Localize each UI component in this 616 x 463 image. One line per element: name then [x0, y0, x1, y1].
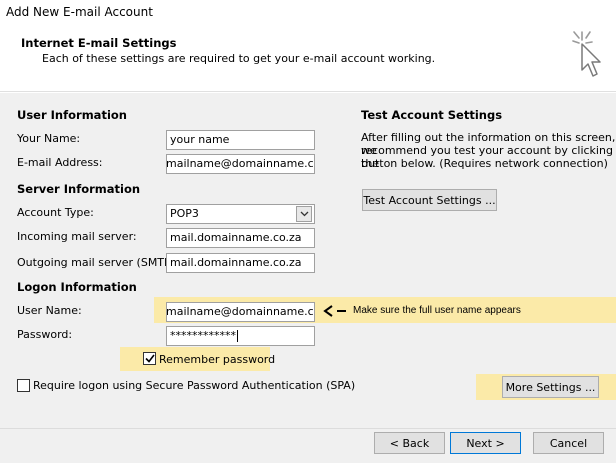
window-title: Add New E-mail Account: [6, 5, 153, 19]
user-name-value: mailname@domainname.co.za: [166, 305, 314, 318]
incoming-server-input[interactable]: mail.domainname.co.za: [166, 228, 315, 248]
test-settings-heading: Test Account Settings: [361, 108, 503, 122]
email-address-input[interactable]: mailname@domainname.co.za: [166, 154, 315, 174]
spa-checkbox[interactable]: [17, 379, 30, 392]
next-button[interactable]: Next >: [450, 432, 521, 454]
password-value: ************: [170, 329, 236, 342]
your-name-input[interactable]: your name: [166, 130, 315, 150]
remember-password-checkbox[interactable]: [143, 352, 156, 365]
server-info-heading: Server Information: [17, 182, 141, 196]
header-title: Internet E-mail Settings: [21, 36, 177, 50]
cancel-button[interactable]: Cancel: [533, 432, 604, 454]
chevron-down-icon[interactable]: [296, 206, 312, 222]
logon-info-heading: Logon Information: [17, 280, 137, 294]
user-name-input[interactable]: mailname@domainname.co.za: [166, 302, 315, 322]
account-type-label: Account Type:: [17, 206, 94, 219]
remember-password-label: Remember password: [159, 353, 276, 366]
back-button[interactable]: < Back: [374, 432, 445, 454]
test-desc-line-3: button below. (Requires network connecti…: [361, 157, 608, 170]
outgoing-server-input[interactable]: mail.domainname.co.za: [166, 253, 315, 273]
test-account-settings-button[interactable]: Test Account Settings ...: [362, 189, 497, 211]
password-input[interactable]: ************: [166, 326, 315, 346]
user-name-label: User Name:: [17, 304, 82, 317]
arrow-left-icon: [323, 305, 346, 317]
account-type-value: POP3: [170, 207, 199, 220]
spa-label: Require logon using Secure Password Auth…: [33, 379, 356, 392]
header-subtitle: Each of these settings are required to g…: [42, 52, 436, 65]
cursor-click-icon: [572, 31, 601, 77]
email-address-label: E-mail Address:: [17, 156, 103, 169]
text-caret: [237, 330, 238, 342]
annotation-note: Make sure the full user name appears: [353, 305, 521, 316]
outgoing-server-label: Outgoing mail server (SMTP):: [17, 256, 179, 269]
user-info-heading: User Information: [17, 108, 127, 122]
account-type-select[interactable]: POP3: [166, 204, 315, 224]
email-address-value: mailname@domainname.co.za: [166, 157, 314, 170]
password-label: Password:: [17, 328, 73, 341]
check-icon: [144, 354, 155, 363]
more-settings-button[interactable]: More Settings ...: [502, 376, 599, 398]
footer-separator: [0, 428, 616, 429]
incoming-server-label: Incoming mail server:: [17, 230, 137, 243]
your-name-label: Your Name:: [17, 132, 81, 145]
